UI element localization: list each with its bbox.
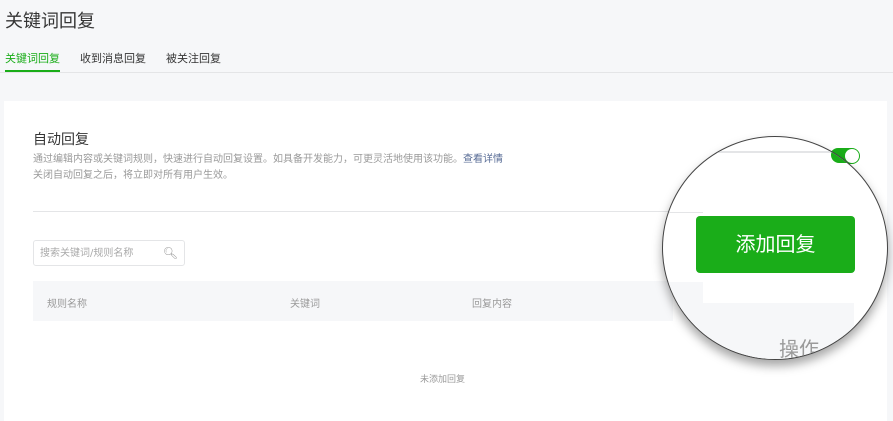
magnified-header-band-zoom <box>663 303 854 359</box>
header-actions: 操作 <box>779 337 819 360</box>
search-icon[interactable]: 🔍︎ <box>163 246 178 260</box>
search-input[interactable] <box>40 245 160 261</box>
tab-message-reply[interactable]: 收到消息回复 <box>80 50 146 66</box>
tab-keyword-reply[interactable]: 关键词回复 <box>5 50 60 72</box>
magnifier-overlay: 添加回复 操作 <box>662 136 888 360</box>
header-keyword: 关键词 <box>290 299 320 310</box>
header-reply-content: 回复内容 <box>472 299 512 310</box>
magnified-divider-2 <box>663 212 703 213</box>
desc-line-2: 关闭自动回复之后，将立即对所有用户生效。 <box>33 170 233 181</box>
page-title: 关键词回复 <box>5 11 95 32</box>
search-box: 🔍︎ <box>33 240 185 266</box>
magnified-divider <box>663 151 833 153</box>
magnified-toggle[interactable] <box>831 147 861 163</box>
add-reply-button[interactable]: 添加回复 <box>696 216 855 273</box>
detail-link[interactable]: 查看详情 <box>463 154 503 165</box>
empty-state: 未添加回复 <box>420 375 466 385</box>
header-rule-name: 规则名称 <box>47 299 87 310</box>
table-header: 规则名称 关键词 回复内容 <box>33 281 673 321</box>
desc-line-1: 通过编辑内容或关键词规则，快速进行自动回复设置。如具备开发能力，可更灵活地使用该… <box>33 154 463 165</box>
auto-reply-title: 自动回复 <box>33 132 89 148</box>
tab-bar: 关键词回复 收到消息回复 被关注回复 <box>0 48 893 73</box>
divider <box>33 211 673 212</box>
auto-reply-description: 通过编辑内容或关键词规则，快速进行自动回复设置。如具备开发能力，可更灵活地使用该… <box>33 152 503 184</box>
tab-follow-reply[interactable]: 被关注回复 <box>166 50 221 66</box>
